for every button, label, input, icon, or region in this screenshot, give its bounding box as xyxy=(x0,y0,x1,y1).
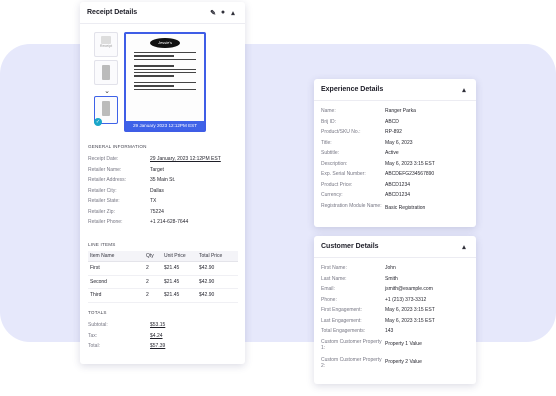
table-header: Item Name Qty Unit Price Total Price xyxy=(88,251,238,262)
field-row: Registration Module Name: Basic Registrat… xyxy=(321,202,426,211)
field-row: First Engagement: May 6, 2023 3:15 EST xyxy=(321,307,435,313)
field-row: First Name: John xyxy=(321,265,396,271)
info-row: Retailer Zip: 75224 xyxy=(88,208,164,215)
check-icon: ✓ xyxy=(94,118,102,126)
store-logo: Jessie's xyxy=(150,38,180,48)
table-row: First 2 $21.45 $42.90 xyxy=(88,262,238,276)
table-row: Third 2 $21.45 $42.90 xyxy=(88,289,238,303)
totals-heading: TOTALS xyxy=(88,310,107,315)
receipt-thumb[interactable] xyxy=(94,60,118,85)
field-row: Total Engagements: 143 xyxy=(321,328,394,334)
info-row: Retailer Name: Target xyxy=(88,166,164,173)
totals: Subtotal: $53.15 Tax: $4.24 Total: $57.39 xyxy=(88,320,238,352)
total-row: Total: $57.39 xyxy=(88,343,166,349)
customer-details-card: Customer Details ▴ First Name: John Last … xyxy=(314,236,476,384)
receipt-line xyxy=(134,71,196,74)
line-items-table: Item Name Qty Unit Price Total Price Fir… xyxy=(88,251,238,303)
field-row: Product/SKU No.: RP-892 xyxy=(321,129,402,135)
field-row: Custom Customer Property 2: Property 2 Va… xyxy=(321,356,422,370)
receipt-header: Receipt Details ✎ ● ▴ xyxy=(80,2,245,24)
receipt-preview[interactable]: Jessie's 29 January 2023 12:12PM EST xyxy=(124,32,206,132)
receipt-thumb-selected[interactable]: ✓ xyxy=(94,96,118,126)
receipt-line xyxy=(134,55,174,57)
experience-fields: Name: Ranger Parka Brij ID: ABCD Product/S… xyxy=(321,106,471,213)
receipt-line xyxy=(134,58,196,61)
total-row: Subtotal: $53.15 xyxy=(88,322,166,328)
field-row: Last Engagement: May 6, 2023 3:15 EST xyxy=(321,317,435,324)
camera-icon xyxy=(101,36,111,44)
receipt-title: Receipt Details xyxy=(87,9,138,16)
eye-icon[interactable]: ● xyxy=(218,9,228,16)
field-row: Currency: ABCD1234 xyxy=(321,192,411,198)
field-row: Brij ID: ABCD xyxy=(321,118,399,125)
field-row: Title: May 6, 2023 xyxy=(321,139,413,146)
table-row: Second 2 $21.45 $42.90 xyxy=(88,276,238,289)
receipt-line xyxy=(134,68,196,70)
info-row: Retailer State: TX xyxy=(88,198,157,204)
receipt-line xyxy=(134,75,174,77)
general-heading: GENERAL INFORMATION xyxy=(88,144,147,149)
receipt-placeholder-thumb[interactable]: Receipt xyxy=(94,32,118,57)
info-row: Retailer Phone: +1 214-628-7644 xyxy=(88,219,189,225)
edit-icon[interactable]: ✎ xyxy=(208,9,218,17)
total-row: Tax: $4.24 xyxy=(88,332,163,339)
experience-header: Experience Details ▴ xyxy=(314,79,476,101)
receipt-details-card: Receipt Details ✎ ● ▴ Receipt ⌄ ✓ Jessie… xyxy=(80,2,245,364)
receipt-line xyxy=(134,52,196,54)
field-row: Name: Ranger Parka xyxy=(321,108,416,114)
caret-up-icon[interactable]: ▴ xyxy=(228,9,238,17)
customer-header: Customer Details ▴ xyxy=(314,236,476,258)
field-row: Last Name: Smith xyxy=(321,275,398,282)
field-row: Subtitle: Active xyxy=(321,150,399,156)
receipt-line xyxy=(134,65,174,67)
preview-date: 29 January 2023 12:12PM EST xyxy=(126,121,204,130)
chevron-down-icon[interactable]: ⌄ xyxy=(94,88,120,96)
field-row: Phone: +1 (213) 373-3312 xyxy=(321,296,427,303)
caret-up-icon[interactable]: ▴ xyxy=(459,86,469,94)
bottle-icon xyxy=(102,101,110,116)
thumbnail-strip: Receipt ⌄ ✓ xyxy=(94,32,120,127)
info-row: Retailer Address: 35 Main St. xyxy=(88,177,176,183)
experience-title: Experience Details xyxy=(321,86,384,93)
thumbnail-label: Receipt xyxy=(99,44,113,48)
general-info: Receipt Date: 29 January, 2023 12:12PM ES… xyxy=(88,154,238,228)
field-row: Custom Customer Property 1: Property 1 Va… xyxy=(321,338,422,352)
receipt-line xyxy=(134,81,196,84)
receipt-line xyxy=(134,85,174,87)
bottle-icon xyxy=(102,65,110,80)
experience-details-card: Experience Details ▴ Name: Ranger Parka B… xyxy=(314,79,476,227)
field-row: Exp. Serial Number: ABCDEFG234567890 xyxy=(321,171,435,177)
customer-title: Customer Details xyxy=(321,243,379,250)
field-row: Description: May 6, 2023 3:15 EST xyxy=(321,160,435,167)
line-items-heading: LINE ITEMS xyxy=(88,242,116,247)
field-row: Product Price: ABCD1234 xyxy=(321,181,411,188)
info-row: Retailer City: Dallas xyxy=(88,187,164,194)
receipt-line xyxy=(134,88,196,90)
field-row: Email: jsmith@example.com xyxy=(321,286,433,292)
customer-fields: First Name: John Last Name: Smith Email: js… xyxy=(321,263,471,370)
caret-up-icon[interactable]: ▴ xyxy=(459,243,469,251)
info-row: Receipt Date: 29 January, 2023 12:12PM ES… xyxy=(88,156,221,162)
